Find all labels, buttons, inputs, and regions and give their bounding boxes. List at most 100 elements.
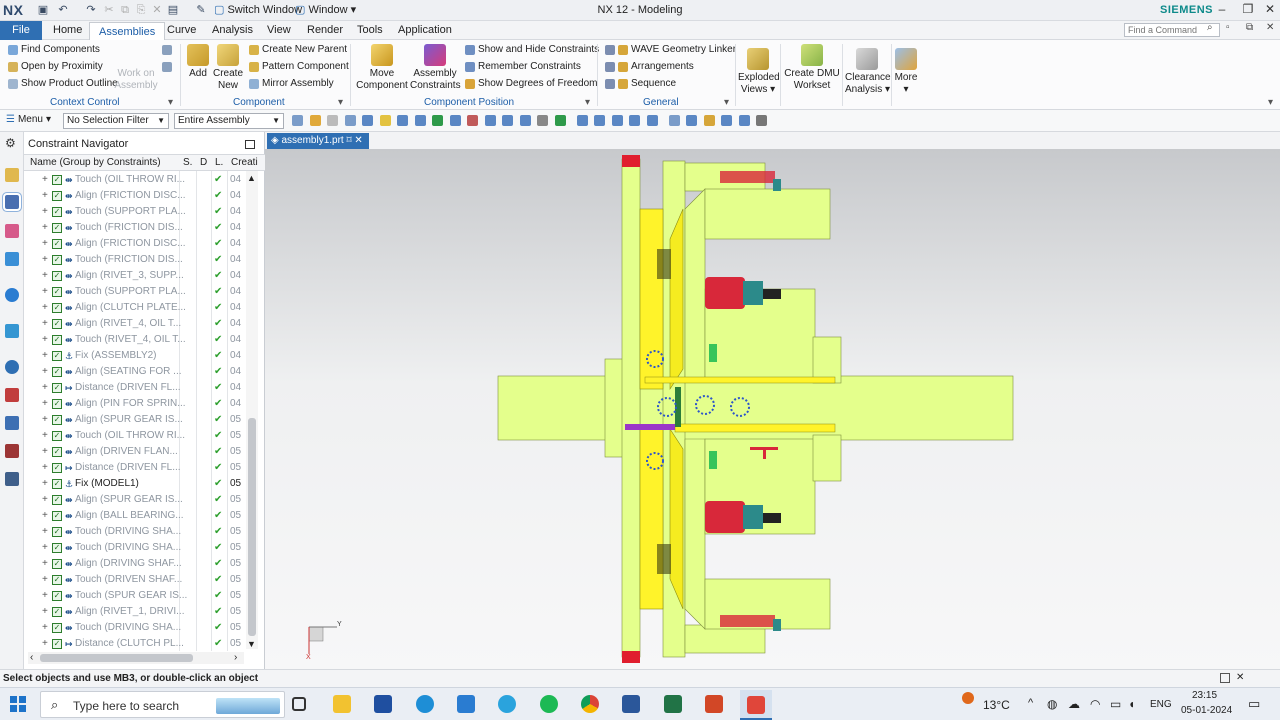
- expand-icon[interactable]: +: [42, 428, 48, 444]
- component-position-dropdown-icon[interactable]: ▾: [585, 97, 590, 108]
- wave-small-icon[interactable]: [162, 62, 172, 72]
- taskbar-search-box[interactable]: ⌕ Type here to search: [40, 691, 285, 718]
- clearance-analysis-button[interactable]: Clearance Analysis ▾: [845, 48, 891, 96]
- expand-icon[interactable]: +: [42, 636, 48, 652]
- rotate-icon[interactable]: [611, 115, 623, 126]
- tab-render[interactable]: Render: [298, 21, 352, 40]
- visibility-checkbox[interactable]: ✓: [52, 559, 62, 569]
- expand-icon[interactable]: +: [42, 380, 48, 396]
- minimize-icon[interactable]: –: [1212, 2, 1232, 16]
- constraint-row[interactable]: + ✓ ⇹ Touch (OIL THROW RI... ✔ 05: [24, 428, 254, 444]
- part-navigator-icon[interactable]: [5, 224, 19, 238]
- tab-view[interactable]: View: [258, 21, 300, 40]
- create-new-parent-button[interactable]: Create New Parent: [249, 44, 347, 55]
- zoom-icon[interactable]: [594, 115, 605, 126]
- expand-icon[interactable]: +: [42, 172, 48, 188]
- expand-icon[interactable]: +: [42, 444, 48, 460]
- restore-icon[interactable]: ❐: [1238, 2, 1258, 16]
- quadrant-icon[interactable]: [414, 115, 426, 126]
- midpoint-icon[interactable]: [449, 115, 461, 126]
- nx-taskbar-button[interactable]: [740, 690, 772, 720]
- delete-icon[interactable]: ✕: [150, 3, 164, 17]
- column-header-s[interactable]: S.: [183, 157, 192, 168]
- microsoft-store-icon[interactable]: [374, 695, 392, 713]
- notifications-icon[interactable]: ▭: [1248, 696, 1260, 712]
- roles-icon[interactable]: [5, 472, 19, 486]
- constraint-row[interactable]: + ✓ ↦ Distance (DRIVEN FL... ✔ 05: [24, 460, 254, 476]
- exploded-views-button[interactable]: Exploded Views ▾: [738, 48, 780, 96]
- show-hide-icon[interactable]: [738, 115, 750, 126]
- create-new-button[interactable]: Create New: [212, 44, 244, 92]
- settings-small-icon[interactable]: [162, 45, 172, 55]
- find-components-button[interactable]: Find Components: [8, 44, 100, 55]
- general-dropdown-icon[interactable]: ▾: [724, 97, 729, 108]
- visibility-checkbox[interactable]: ✓: [52, 639, 62, 649]
- assembly-constraints-button[interactable]: Assembly Constraints: [410, 44, 461, 92]
- expand-icon[interactable]: +: [42, 396, 48, 412]
- visibility-checkbox[interactable]: ✓: [52, 271, 62, 281]
- constraint-row[interactable]: + ✓ ⇹ Touch (RIVET_4, OIL T... ✔ 04: [24, 332, 254, 348]
- scroll-up-icon[interactable]: ▲: [247, 173, 256, 183]
- tangent-icon[interactable]: [467, 115, 478, 126]
- visibility-checkbox[interactable]: ✓: [52, 255, 62, 265]
- show-hidden-icons-icon[interactable]: ^: [1028, 697, 1033, 709]
- constraint-row[interactable]: + ✓ ⇹ Touch (DRIVING SHA... ✔ 05: [24, 540, 254, 556]
- visibility-checkbox[interactable]: ✓: [52, 223, 62, 233]
- expand-icon[interactable]: +: [42, 556, 48, 572]
- reuse-library-icon[interactable]: [5, 252, 19, 266]
- component-dropdown-icon[interactable]: ▾: [338, 97, 343, 108]
- show-product-outline-button[interactable]: Show Product Outline: [8, 78, 118, 89]
- visibility-checkbox[interactable]: ✓: [52, 207, 62, 217]
- constraint-row[interactable]: + ✓ ⇹ Touch (FRICTION DIS... ✔ 04: [24, 252, 254, 268]
- switch-window-button[interactable]: ▢ Switch Window: [214, 3, 302, 17]
- wifi-icon[interactable]: ◠: [1090, 697, 1100, 711]
- add-component-button[interactable]: Add: [186, 44, 210, 80]
- view-fit-icon[interactable]: [576, 115, 588, 126]
- visibility-checkbox[interactable]: ✓: [52, 319, 62, 329]
- endpoint-icon[interactable]: [484, 115, 496, 126]
- visibility-checkbox[interactable]: ✓: [52, 415, 62, 425]
- column-header-name[interactable]: Name (Group by Constraints): [30, 157, 161, 168]
- paste-icon[interactable]: ⎘: [134, 3, 148, 17]
- expand-icon[interactable]: +: [42, 476, 48, 492]
- help-icon[interactable]: ▫: [1226, 22, 1230, 33]
- visibility-checkbox[interactable]: ✓: [52, 399, 62, 409]
- intersection-icon[interactable]: [379, 115, 391, 126]
- constraint-row[interactable]: + ✓ ⇹ Align (SEATING FOR ... ✔ 04: [24, 364, 254, 380]
- tab-file[interactable]: File: [0, 21, 42, 40]
- constraint-row[interactable]: + ✓ ⇹ Touch (DRIVING SHA... ✔ 05: [24, 620, 254, 636]
- process-studio-icon[interactable]: [5, 416, 19, 430]
- task-view-icon[interactable]: [292, 697, 306, 711]
- restore-ribbon-icon[interactable]: ⧉: [1246, 22, 1253, 33]
- column-header-created[interactable]: Creati: [231, 157, 258, 168]
- close-part-icon[interactable]: ✕: [1266, 22, 1274, 33]
- battery-icon[interactable]: ▭: [1110, 697, 1121, 711]
- redo-icon[interactable]: ↷: [84, 3, 98, 17]
- visibility-checkbox[interactable]: ✓: [52, 527, 62, 537]
- mail-icon[interactable]: [457, 695, 475, 713]
- expand-icon[interactable]: +: [42, 300, 48, 316]
- word-icon[interactable]: [622, 695, 640, 713]
- visibility-checkbox[interactable]: ✓: [52, 511, 62, 521]
- existing-point-icon[interactable]: [502, 115, 513, 126]
- maximize-icon[interactable]: [245, 140, 255, 149]
- expand-icon[interactable]: +: [42, 188, 48, 204]
- clock-date[interactable]: 05-01-2024: [1181, 705, 1232, 716]
- repeat-command-icon[interactable]: ▤: [166, 3, 180, 17]
- wave-geometry-linker-button[interactable]: WAVE Geometry Linker: [605, 44, 736, 55]
- excel-icon[interactable]: [664, 695, 682, 713]
- expand-icon[interactable]: +: [42, 492, 48, 508]
- volume-icon[interactable]: ◖: [1128, 697, 1135, 711]
- web-browser-icon[interactable]: [5, 324, 19, 338]
- visibility-checkbox[interactable]: ✓: [52, 383, 62, 393]
- graphics-window[interactable]: Y X: [265, 149, 1280, 669]
- assembly-navigator-icon[interactable]: [5, 168, 19, 182]
- chrome-icon[interactable]: [581, 695, 599, 713]
- work-on-assembly-button[interactable]: Work on Assembly: [112, 68, 160, 92]
- scroll-right-icon[interactable]: ›: [234, 652, 237, 663]
- expand-icon[interactable]: +: [42, 508, 48, 524]
- constraint-row[interactable]: + ✓ ⇹ Align (FRICTION DISC... ✔ 04: [24, 236, 254, 252]
- constraint-row[interactable]: + ✓ ⇹ Touch (DRIVING SHA... ✔ 05: [24, 524, 254, 540]
- constraint-row[interactable]: + ✓ ⇹ Align (PIN FOR SPRIN... ✔ 04: [24, 396, 254, 412]
- constraint-row[interactable]: + ✓ ⇹ Touch (SUPPORT PLA... ✔ 04: [24, 204, 254, 220]
